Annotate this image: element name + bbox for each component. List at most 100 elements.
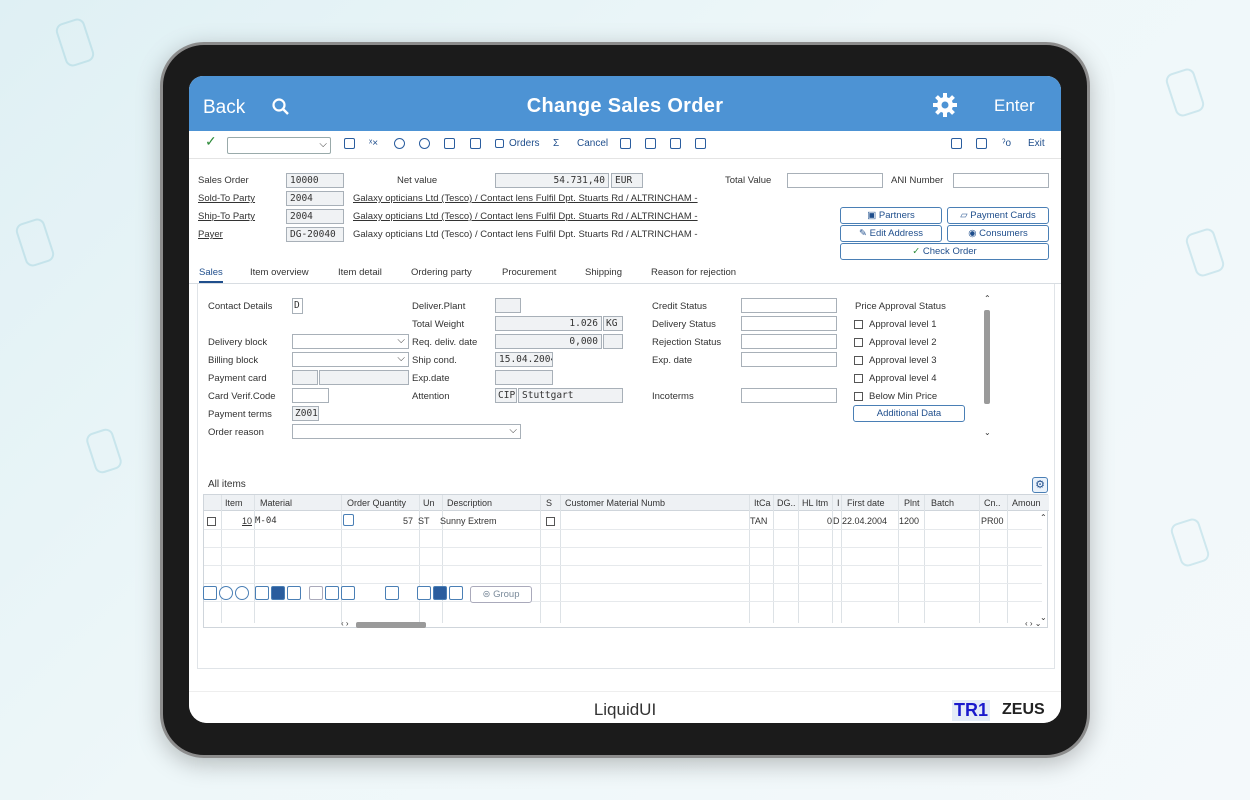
sum-button[interactable]: Σ bbox=[553, 138, 559, 150]
panel-scrollbar[interactable] bbox=[984, 310, 990, 404]
tools-icon[interactable] bbox=[325, 586, 339, 600]
tab-ordering-party[interactable]: Ordering party bbox=[411, 267, 472, 278]
cell-s-checkbox[interactable] bbox=[546, 517, 555, 526]
col-header[interactable]: Un bbox=[423, 498, 435, 508]
payer-field[interactable]: DG-20040 bbox=[286, 227, 344, 242]
contact-details-field[interactable]: D bbox=[292, 298, 303, 314]
sold-to-party-field[interactable]: 2004 bbox=[286, 191, 344, 206]
scroll-right-icon[interactable]: ‹ › ⌄ bbox=[1025, 619, 1041, 628]
checkmark-icon[interactable]: ✓ bbox=[205, 134, 217, 148]
cell-order-quantity[interactable]: 57 bbox=[403, 516, 413, 526]
scroll-down-icon[interactable]: ⌄ bbox=[984, 428, 991, 437]
cell-condition[interactable]: PR00 bbox=[981, 516, 1004, 526]
col-header[interactable]: Item bbox=[225, 498, 243, 508]
orders-icon[interactable] bbox=[495, 139, 504, 148]
edit-address-button[interactable]: ✎ Edit Address bbox=[840, 225, 942, 242]
below-min-price-checkbox[interactable] bbox=[854, 392, 863, 401]
sold-to-party-label[interactable]: Sold-To Party bbox=[198, 193, 255, 204]
add-row-icon[interactable] bbox=[219, 586, 233, 600]
col-header[interactable]: Cn.. bbox=[984, 498, 1001, 508]
payment-card-type-field[interactable] bbox=[292, 370, 318, 385]
cell-date-type[interactable]: D bbox=[833, 516, 840, 526]
order-reason-select[interactable]: ⌵ bbox=[292, 424, 521, 439]
tab-item-detail[interactable]: Item detail bbox=[338, 267, 382, 278]
enter-button[interactable]: Enter bbox=[994, 96, 1035, 116]
payment-card-number-field[interactable] bbox=[319, 370, 409, 385]
tab-shipping[interactable]: Shipping bbox=[585, 267, 622, 278]
payment-cards-button[interactable]: ▱ Payment Cards bbox=[947, 207, 1049, 224]
deselect-icon[interactable] bbox=[287, 586, 301, 600]
total-value-field[interactable] bbox=[787, 173, 883, 188]
document-icon[interactable] bbox=[470, 138, 481, 149]
approval-level-1-checkbox[interactable] bbox=[854, 320, 863, 329]
tab-sales[interactable]: Sales bbox=[199, 267, 223, 283]
row-select-checkbox[interactable] bbox=[207, 517, 216, 526]
flags-icon[interactable] bbox=[433, 586, 447, 600]
col-header[interactable]: Amoun bbox=[1012, 498, 1041, 508]
cell-item[interactable]: 10 bbox=[242, 516, 252, 526]
orders-button[interactable]: Orders bbox=[509, 138, 540, 150]
window-icon[interactable] bbox=[951, 138, 962, 149]
col-header[interactable]: First date bbox=[847, 498, 885, 508]
tab-reason-for-rejection[interactable]: Reason for rejection bbox=[651, 267, 736, 278]
approval-level-4-checkbox[interactable] bbox=[854, 374, 863, 383]
save-icon[interactable] bbox=[344, 138, 355, 149]
gear-icon[interactable] bbox=[931, 91, 959, 119]
command-field[interactable]: ⌵ bbox=[227, 137, 331, 154]
cell-hl-item[interactable]: 0 bbox=[827, 516, 832, 526]
tab-item-overview[interactable]: Item overview bbox=[250, 267, 309, 278]
find-icon[interactable] bbox=[394, 138, 405, 149]
table-settings-icon[interactable]: ⚙ bbox=[1032, 477, 1048, 493]
scroll-left-icon[interactable]: ‹ › bbox=[341, 619, 349, 628]
col-header[interactable]: Batch bbox=[931, 498, 954, 508]
fx-icon[interactable]: ˣ× bbox=[369, 138, 378, 150]
remove-row-icon[interactable] bbox=[235, 586, 249, 600]
col-header[interactable]: Plnt bbox=[904, 498, 920, 508]
layout-icon[interactable] bbox=[976, 138, 987, 149]
partners-button[interactable]: ▣ Partners bbox=[840, 207, 942, 224]
expand-icon[interactable] bbox=[620, 138, 631, 149]
exit-button[interactable]: Exit bbox=[1028, 138, 1045, 150]
cell-item-category[interactable]: TAN bbox=[750, 516, 767, 526]
col-header[interactable]: Description bbox=[447, 498, 492, 508]
col-header[interactable]: DG.. bbox=[777, 498, 796, 508]
cell-first-date[interactable]: 22.04.2004 bbox=[842, 516, 887, 526]
ani-number-field[interactable] bbox=[953, 173, 1049, 188]
last-page-icon[interactable] bbox=[695, 138, 706, 149]
document-icon[interactable] bbox=[341, 586, 355, 600]
attention-code-field[interactable]: CIP bbox=[495, 388, 517, 403]
payment-terms-field[interactable]: Z001 bbox=[292, 406, 319, 421]
col-header[interactable]: ItCa bbox=[754, 498, 771, 508]
col-header[interactable]: I bbox=[837, 498, 840, 508]
tab-procurement[interactable]: Procurement bbox=[502, 267, 556, 278]
delivery-block-select[interactable]: ⌵ bbox=[292, 334, 409, 349]
group-button[interactable]: ⊜ Group bbox=[470, 586, 532, 603]
collapse-icon[interactable] bbox=[645, 138, 656, 149]
col-header[interactable]: Material bbox=[260, 498, 292, 508]
ship-to-party-field[interactable]: 2004 bbox=[286, 209, 344, 224]
horizontal-scrollbar[interactable] bbox=[356, 622, 426, 628]
approval-level-3-checkbox[interactable] bbox=[854, 356, 863, 365]
deliver-plant-field[interactable] bbox=[495, 298, 521, 313]
cell-unit[interactable]: ST bbox=[418, 516, 430, 526]
image-icon[interactable] bbox=[444, 138, 455, 149]
scroll-up-icon[interactable]: ⌃ bbox=[1040, 513, 1047, 522]
additional-data-button[interactable]: Additional Data bbox=[853, 405, 965, 422]
req-deliv-date-field[interactable]: 0,000 bbox=[495, 334, 602, 349]
cancel-button[interactable]: Cancel bbox=[577, 138, 608, 150]
ship-to-party-label[interactable]: Ship-To Party bbox=[198, 211, 255, 222]
user-icon[interactable] bbox=[419, 138, 430, 149]
exp-date-2-field[interactable] bbox=[741, 352, 837, 367]
person-icon[interactable] bbox=[449, 586, 463, 600]
cell-plant[interactable]: 1200 bbox=[899, 516, 919, 526]
payer-label[interactable]: Payer bbox=[198, 229, 223, 240]
col-header[interactable]: Customer Material Numb bbox=[565, 498, 665, 508]
cell-description[interactable]: Sunny Extrem bbox=[440, 516, 497, 526]
table-icon[interactable] bbox=[385, 586, 399, 600]
ship-cond-field[interactable]: 15.04.2004 bbox=[495, 352, 553, 367]
sales-order-field[interactable]: 10000 bbox=[286, 173, 344, 188]
sort-icon[interactable] bbox=[401, 586, 415, 600]
exp-date-field[interactable] bbox=[495, 370, 553, 385]
config-icon[interactable] bbox=[309, 586, 323, 600]
first-page-icon[interactable] bbox=[670, 138, 681, 149]
